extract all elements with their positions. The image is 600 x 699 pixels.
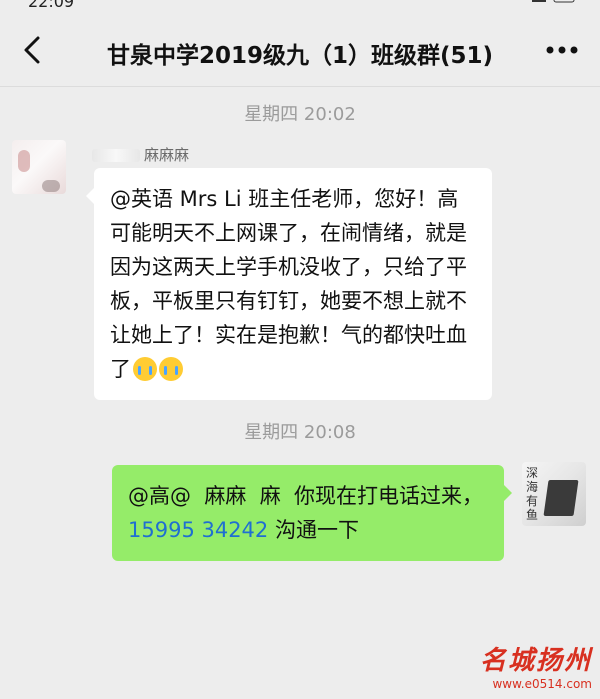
message-text: @高@ 麻麻 麻 你现在打电话过来， [128, 484, 484, 508]
sender-name: 麻麻麻 [92, 144, 189, 165]
chevron-left-icon[interactable] [18, 34, 50, 66]
watermark-logo: 名城扬州 [479, 646, 592, 676]
message-timestamp: 星期四 20:08 [244, 422, 356, 443]
message-timestamp: 星期四 20:02 [244, 104, 356, 125]
message-text: 沟通一下 [268, 518, 359, 542]
watermark: 名城扬州 www.e0514.com [480, 640, 592, 691]
message-text: @英语 Mrs Li 班主任老师，您好！高 可能明天不上网课了，在闹情绪，就是因… [110, 187, 472, 381]
more-dots-icon[interactable] [542, 38, 582, 62]
status-bar: 22:09 [0, 0, 600, 14]
redacted-text [92, 149, 140, 162]
avatar[interactable] [12, 140, 66, 194]
avatar[interactable]: 深海有鱼 [522, 462, 586, 526]
system-icons [532, 0, 575, 3]
status-time: 22:09 [28, 0, 75, 11]
message-bubble-incoming[interactable]: @英语 Mrs Li 班主任老师，您好！高 可能明天不上网课了，在闹情绪，就是因… [86, 168, 492, 400]
chat-header: 甘泉中学2019级九（1）班级群(51) [0, 14, 600, 87]
avatar-caption: 深海有鱼 [526, 466, 539, 522]
crying-face-icon [159, 357, 183, 381]
chat-title: 甘泉中学2019级九（1）班级群(51) [106, 43, 494, 69]
message-bubble-outgoing[interactable]: @高@ 麻麻 麻 你现在打电话过来， 15995 34242 沟通一下 [112, 465, 512, 561]
crying-face-icon [133, 357, 157, 381]
watermark-url: www.e0514.com [492, 677, 592, 691]
phone-number-link[interactable]: 15995 34242 [128, 518, 268, 542]
